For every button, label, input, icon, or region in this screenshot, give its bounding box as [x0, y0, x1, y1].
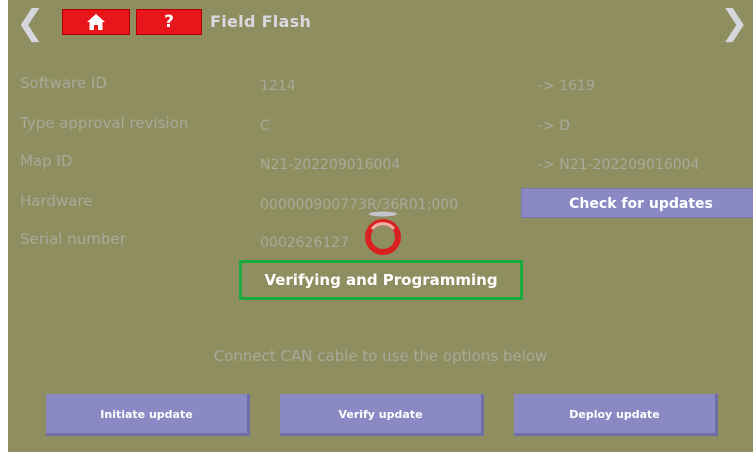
type-approval-target: -> D — [538, 118, 571, 134]
verify-update-button[interactable]: Verify update — [280, 394, 484, 436]
software-id-target: -> 1619 — [538, 78, 595, 94]
home-icon — [87, 14, 105, 30]
software-id-value: 1214 — [260, 78, 296, 94]
deploy-update-button[interactable]: Deploy update — [514, 394, 718, 436]
type-approval-value: C — [260, 118, 270, 134]
can-cable-instruction: Connect CAN cable to use the options bel… — [213, 347, 548, 365]
chevron-left-icon[interactable]: ❮ — [16, 6, 45, 40]
page-title: Field Flash — [210, 12, 312, 31]
software-id-label: Software ID — [20, 74, 107, 92]
type-approval-label: Type approval revision — [20, 114, 189, 132]
loading-spinner-icon — [365, 211, 401, 255]
status-message: Verifying and Programming — [239, 260, 523, 300]
home-button[interactable] — [62, 9, 130, 35]
map-id-label: Map ID — [20, 152, 73, 170]
serial-number-value: 0002626127 — [260, 235, 350, 251]
chevron-right-icon[interactable]: ❯ — [720, 6, 749, 40]
map-id-target: -> N21-202209016004 — [538, 157, 700, 173]
help-button[interactable]: ? — [136, 9, 202, 35]
serial-number-label: Serial number — [20, 230, 126, 248]
hardware-label: Hardware — [20, 192, 93, 210]
initiate-update-button[interactable]: Initiate update — [46, 394, 250, 436]
field-flash-screen: ❮ ? Field Flash ❯ Software ID 1214 -> 16… — [8, 0, 753, 452]
map-id-value: N21-202209016004 — [260, 157, 401, 173]
check-for-updates-button[interactable]: Check for updates — [521, 188, 753, 218]
